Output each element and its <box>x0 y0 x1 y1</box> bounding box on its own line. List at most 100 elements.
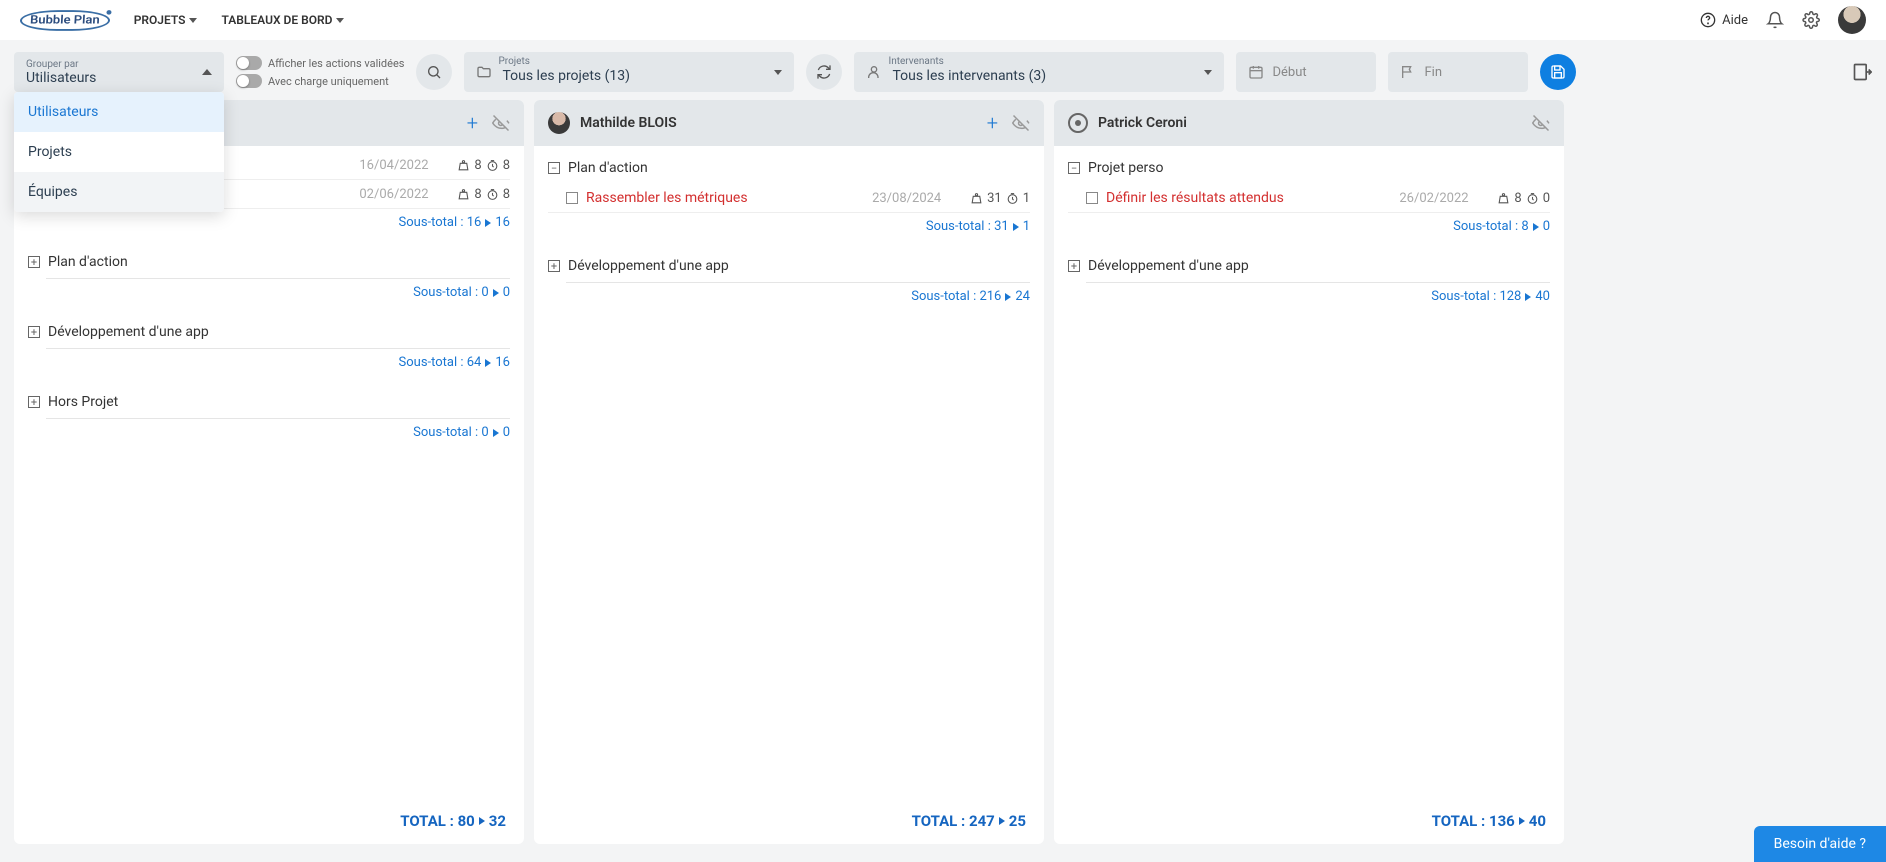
section: +Développement d'une appSous-total : 64 … <box>28 316 510 380</box>
section-header[interactable]: −Plan d'action <box>548 152 1030 184</box>
nav-projects[interactable]: PROJETS <box>134 13 198 27</box>
column-total: TOTAL : 24725 <box>534 802 1044 844</box>
task-row[interactable]: Rassembler les métriques23/08/202431 1 <box>548 184 1030 213</box>
weight-icon <box>970 192 983 205</box>
expand-icon: + <box>28 256 40 268</box>
task-date: 16/04/2022 <box>359 158 449 173</box>
section-header[interactable]: + Développement d'une app <box>548 250 1030 282</box>
task-checkbox[interactable] <box>566 192 578 204</box>
dropdown-item-teams[interactable]: Équipes <box>14 172 224 212</box>
board: +16/04/20228 8BASE Réseau02/06/20228 8So… <box>0 100 1886 854</box>
date-end-label: Fin <box>1424 65 1442 80</box>
section-title: Développement d'une app <box>568 258 729 274</box>
section-header[interactable]: −Projet perso <box>1068 152 1550 184</box>
play-icon <box>485 359 491 367</box>
task-weight: 8 <box>474 187 481 202</box>
section: −Projet persoDéfinir les résultats atten… <box>1068 152 1550 244</box>
section-title: Plan d'action <box>48 254 128 270</box>
search-button[interactable] <box>416 54 452 90</box>
toggle-charge[interactable]: Avec charge uniquement <box>236 74 404 88</box>
section-header[interactable]: +Hors Projet <box>28 386 510 418</box>
expand-icon: + <box>28 326 40 338</box>
refresh-button[interactable] <box>806 54 842 90</box>
column-body: −Plan d'actionRassembler les métriques23… <box>534 146 1044 802</box>
intervenants-select[interactable]: Intervenants Tous les intervenants (3) <box>854 52 1224 92</box>
column-header: Patrick Ceroni <box>1054 100 1564 146</box>
switch-icon <box>236 56 262 70</box>
task-checkbox[interactable] <box>1086 192 1098 204</box>
section-subtotal: Sous-total : 0 0 <box>28 419 510 450</box>
section-title: Développement d'une app <box>1088 258 1249 274</box>
task-weight: 31 <box>987 191 1002 206</box>
user-avatar <box>548 112 570 134</box>
top-nav: Bubble Plan PROJETS TABLEAUX DE BORD Aid… <box>0 0 1886 40</box>
export-button[interactable] <box>1852 62 1872 82</box>
flag-icon <box>1400 64 1416 80</box>
date-start-input[interactable]: Début <box>1236 52 1376 92</box>
nav-dashboards-label: TABLEAUX DE BORD <box>221 13 332 27</box>
weight-icon <box>457 159 470 172</box>
section-header[interactable]: + Plan d'action <box>28 246 510 278</box>
export-icon <box>1852 62 1872 82</box>
date-start-label: Début <box>1272 65 1306 80</box>
add-task-button[interactable]: + <box>463 111 482 135</box>
play-icon <box>1005 293 1011 301</box>
section-header[interactable]: +Développement d'une app <box>1068 250 1550 282</box>
help-widget[interactable]: Besoin d'aide ? <box>1754 826 1886 862</box>
section-title: Projet perso <box>1088 160 1164 176</box>
refresh-icon <box>816 64 832 80</box>
date-end-input[interactable]: Fin <box>1388 52 1528 92</box>
toggle-validated[interactable]: Afficher les actions validées <box>236 56 404 70</box>
task-row[interactable]: Définir les résultats attendus 26/02/2022… <box>1068 184 1550 213</box>
subtotal-b: 24 <box>1015 289 1030 304</box>
section-subtotal: Sous-total : 8 0 <box>1068 213 1550 244</box>
bell-icon <box>1766 11 1784 29</box>
nav-left: Bubble Plan PROJETS TABLEAUX DE BORD <box>20 9 344 32</box>
column-body: 16/04/20228 8BASE Réseau02/06/20228 8Sou… <box>14 146 524 802</box>
hide-column-button[interactable] <box>492 114 510 132</box>
section: +Hors ProjetSous-total : 0 0 <box>28 386 510 450</box>
notifications-button[interactable] <box>1766 11 1784 29</box>
hide-column-button[interactable] <box>1532 114 1550 132</box>
subtotal-label: Sous-total : 64 <box>399 355 482 370</box>
save-button[interactable] <box>1540 54 1576 90</box>
dropdown-item-users[interactable]: Utilisateurs <box>14 92 224 132</box>
section: + Plan d'action Sous-total : 0 0 <box>28 246 510 310</box>
logo[interactable]: Bubble Plan <box>19 10 110 31</box>
caret-down-icon <box>336 18 344 23</box>
play-icon <box>1525 293 1531 301</box>
nav-projects-label: PROJETS <box>134 13 186 27</box>
help-label: Aide <box>1722 13 1748 28</box>
group-by-select[interactable]: Grouper par Utilisateurs <box>14 52 224 92</box>
expand-icon: + <box>548 260 560 272</box>
task-time: 1 <box>1023 191 1030 206</box>
gear-icon <box>1802 11 1820 29</box>
task-time: 0 <box>1543 191 1550 206</box>
task-metrics: 8 8 <box>457 158 510 173</box>
section-header[interactable]: +Développement d'une app <box>28 316 510 348</box>
settings-button[interactable] <box>1802 11 1820 29</box>
help-link[interactable]: Aide <box>1700 12 1748 28</box>
clock-icon <box>1006 192 1019 205</box>
task-weight: 8 <box>474 158 481 173</box>
avatar[interactable] <box>1838 6 1866 34</box>
toggles: Afficher les actions validées Avec charg… <box>236 56 404 88</box>
add-task-button[interactable]: + <box>983 111 1002 135</box>
projects-select[interactable]: Projets Tous les projets (13) <box>464 52 794 92</box>
subtotal-label: Sous-total : 0 <box>413 285 489 300</box>
section-subtotal: Sous-total : 0 0 <box>28 279 510 310</box>
caret-down-icon <box>774 70 782 75</box>
caret-up-icon <box>202 69 212 75</box>
subtotal-label: Sous-total : 31 <box>926 219 1009 234</box>
dropdown-item-projects[interactable]: Projets <box>14 132 224 172</box>
total-b: 40 <box>1529 812 1546 830</box>
task-metrics: 8 8 <box>457 187 510 202</box>
task-name: Définir les résultats attendus <box>1106 190 1391 206</box>
toggle-charge-label: Avec charge uniquement <box>268 75 389 88</box>
hide-column-button[interactable] <box>1012 114 1030 132</box>
task-time: 8 <box>503 187 510 202</box>
nav-dashboards[interactable]: TABLEAUX DE BORD <box>221 13 344 27</box>
subtotal-b: 0 <box>503 425 510 440</box>
task-date: 26/02/2022 <box>1399 191 1489 206</box>
section: +Développement d'une appSous-total : 216… <box>548 250 1030 314</box>
